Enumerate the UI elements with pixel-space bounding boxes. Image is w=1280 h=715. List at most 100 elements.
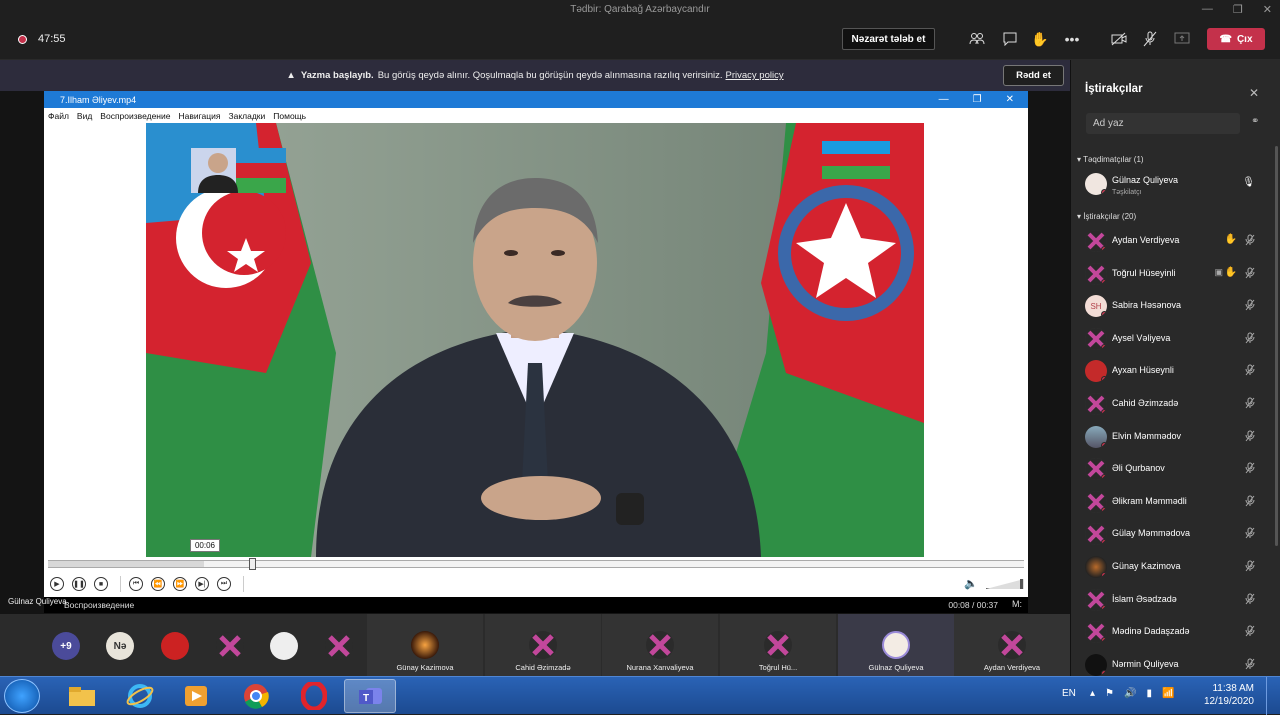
aspect-ratio-indicator[interactable]: M: [1012, 599, 1022, 609]
menu-bookmarks[interactable]: Закладки [228, 111, 265, 121]
menu-view[interactable]: Вид [77, 111, 92, 121]
camera-off-icon[interactable] [1109, 30, 1129, 48]
forward-icon[interactable]: ⏩ [173, 577, 187, 591]
rewind-icon[interactable]: ⏪ [151, 577, 165, 591]
share-screen-icon[interactable] [1172, 30, 1192, 48]
frame-step-icon[interactable]: ▶| [195, 577, 209, 591]
video-frame[interactable] [146, 123, 924, 557]
battery-icon[interactable]: ▮ [1146, 688, 1152, 699]
mic-muted-icon[interactable] [1245, 593, 1255, 608]
participant-avatar[interactable] [325, 632, 353, 660]
participant-row[interactable]: Cahid Əzimzadə [1085, 393, 1265, 417]
mic-muted-icon[interactable] [1245, 462, 1255, 477]
menu-help[interactable]: Помощь [273, 111, 306, 121]
previous-icon[interactable]: ⏮ [129, 577, 143, 591]
mic-muted-icon[interactable] [1245, 625, 1255, 640]
participant-row[interactable]: Elvin Məmmədov [1085, 425, 1265, 450]
request-control-button[interactable]: Nəzarət tələb et [842, 28, 935, 50]
menu-playback[interactable]: Воспроизведение [100, 111, 170, 121]
more-participants-badge[interactable]: +9 [52, 632, 80, 660]
menu-navigation[interactable]: Навигация [178, 111, 220, 121]
mic-muted-icon[interactable] [1245, 234, 1255, 249]
taskbar-clock[interactable]: 11:38 AM 12/19/2020 [1198, 682, 1254, 708]
participant-row[interactable]: Gülnaz Quliyeva Təşkilatçı 🎙 [1085, 173, 1265, 197]
seek-bar[interactable] [48, 558, 1024, 570]
play-icon[interactable]: ▶ [50, 577, 64, 591]
mic-off-icon[interactable] [1140, 30, 1160, 48]
minimize-icon[interactable]: — [1202, 3, 1213, 15]
privacy-policy-link[interactable]: Privacy policy [726, 70, 784, 81]
mic-muted-icon[interactable] [1245, 527, 1255, 542]
show-desktop-button[interactable] [1266, 677, 1280, 715]
video-tile[interactable]: Aydan Verdiyeva [954, 614, 1070, 676]
media-player-taskbar-icon[interactable] [170, 679, 222, 713]
presenters-section-header[interactable]: ▾ Təqdimatçılar (1) [1077, 155, 1144, 164]
volume-slider[interactable] [986, 579, 1024, 589]
participant-row[interactable]: Mədinə Dadaşzadə [1085, 621, 1265, 645]
explorer-taskbar-icon[interactable] [56, 679, 108, 713]
opera-taskbar-icon[interactable] [288, 679, 340, 713]
seek-handle[interactable] [249, 558, 257, 570]
stop-icon[interactable]: ■ [94, 577, 108, 591]
speaker-icon[interactable]: 🔊 [1124, 688, 1136, 699]
player-maximize-icon[interactable]: ❐ [973, 94, 982, 105]
mic-muted-icon[interactable] [1245, 430, 1255, 445]
teams-taskbar-icon[interactable]: T [344, 679, 396, 713]
video-tile[interactable]: Günay Kazimova [367, 614, 483, 676]
participant-row[interactable]: Ayxan Hüseynli [1085, 360, 1265, 384]
participant-row[interactable]: Gülay Məmmədova [1085, 523, 1265, 547]
participant-row[interactable]: Aysel Vəliyeva [1085, 327, 1265, 352]
participant-name: Ayxan Hüseynli [1112, 365, 1174, 376]
close-panel-icon[interactable]: ✕ [1249, 86, 1259, 100]
participant-row[interactable]: Toğrul Hüseyinli ▣ ✋ [1085, 262, 1265, 287]
more-options-icon[interactable]: ••• [1062, 30, 1082, 48]
participant-search-input[interactable] [1086, 113, 1240, 134]
participant-row[interactable]: Nərmin Quliyeva [1085, 653, 1265, 678]
reject-button[interactable]: Rədd et [1003, 65, 1064, 86]
action-center-icon[interactable]: ⚑ [1105, 688, 1114, 699]
share-invite-icon[interactable]: ⚭ [1251, 116, 1259, 127]
mic-muted-icon[interactable] [1245, 397, 1255, 412]
participant-row[interactable]: SH Sabira Həsənova [1085, 295, 1265, 319]
participant-avatar-initials[interactable]: Nə [106, 632, 134, 660]
pause-icon[interactable]: ❚❚ [72, 577, 86, 591]
mic-muted-icon[interactable] [1245, 299, 1255, 314]
video-tile[interactable]: Toğrul Hü... [720, 614, 836, 676]
volume-icon[interactable]: 🔈 [964, 577, 978, 590]
language-indicator[interactable]: EN [1062, 688, 1076, 699]
mic-muted-icon[interactable] [1245, 267, 1255, 282]
menu-file[interactable]: Файл [48, 111, 69, 121]
next-icon[interactable]: ⏭ [217, 577, 231, 591]
panel-scrollbar[interactable] [1275, 146, 1278, 546]
player-close-icon[interactable]: ✕ [1006, 94, 1014, 105]
player-minimize-icon[interactable]: — [939, 94, 949, 105]
raise-hand-icon[interactable]: ✋ [1030, 30, 1050, 48]
participant-avatar[interactable] [216, 632, 244, 660]
participant-row[interactable]: İslam Əsədzadə [1085, 588, 1265, 613]
close-window-icon[interactable]: ✕ [1263, 3, 1272, 16]
mic-muted-icon[interactable] [1245, 658, 1255, 673]
participant-row[interactable]: Aydan Verdiyeva ✋ [1085, 230, 1265, 254]
leave-button[interactable]: ☎ Çıx [1207, 28, 1265, 50]
mic-muted-icon[interactable] [1245, 332, 1255, 347]
chat-icon[interactable] [1000, 30, 1020, 48]
participant-row[interactable]: Əli Qurbanov [1085, 458, 1265, 482]
internet-explorer-taskbar-icon[interactable] [114, 679, 166, 713]
participant-row[interactable]: Əlikram Məmmədli [1085, 490, 1265, 515]
mic-muted-icon[interactable] [1245, 495, 1255, 510]
participant-avatar[interactable] [270, 632, 298, 660]
tray-expand-icon[interactable]: ▴ [1090, 688, 1095, 699]
participant-avatar[interactable] [161, 632, 189, 660]
chrome-taskbar-icon[interactable] [230, 679, 282, 713]
participants-icon[interactable] [967, 30, 987, 48]
video-tile[interactable]: Nurana Xanvaliyeva [602, 614, 718, 676]
mic-muted-icon[interactable] [1245, 560, 1255, 575]
mic-muted-icon[interactable] [1245, 364, 1255, 379]
participant-row[interactable]: Günay Kazimova [1085, 556, 1265, 580]
start-button[interactable] [4, 679, 40, 713]
video-tile-active[interactable]: Gülnaz Quliyeva [838, 614, 954, 676]
network-signal-icon[interactable]: 📶 [1162, 688, 1174, 699]
maximize-icon[interactable]: ❐ [1233, 3, 1243, 16]
attendees-section-header[interactable]: ▾ İştirakçılar (20) [1077, 212, 1136, 221]
video-tile[interactable]: Cahid Əzimzadə [485, 614, 601, 676]
